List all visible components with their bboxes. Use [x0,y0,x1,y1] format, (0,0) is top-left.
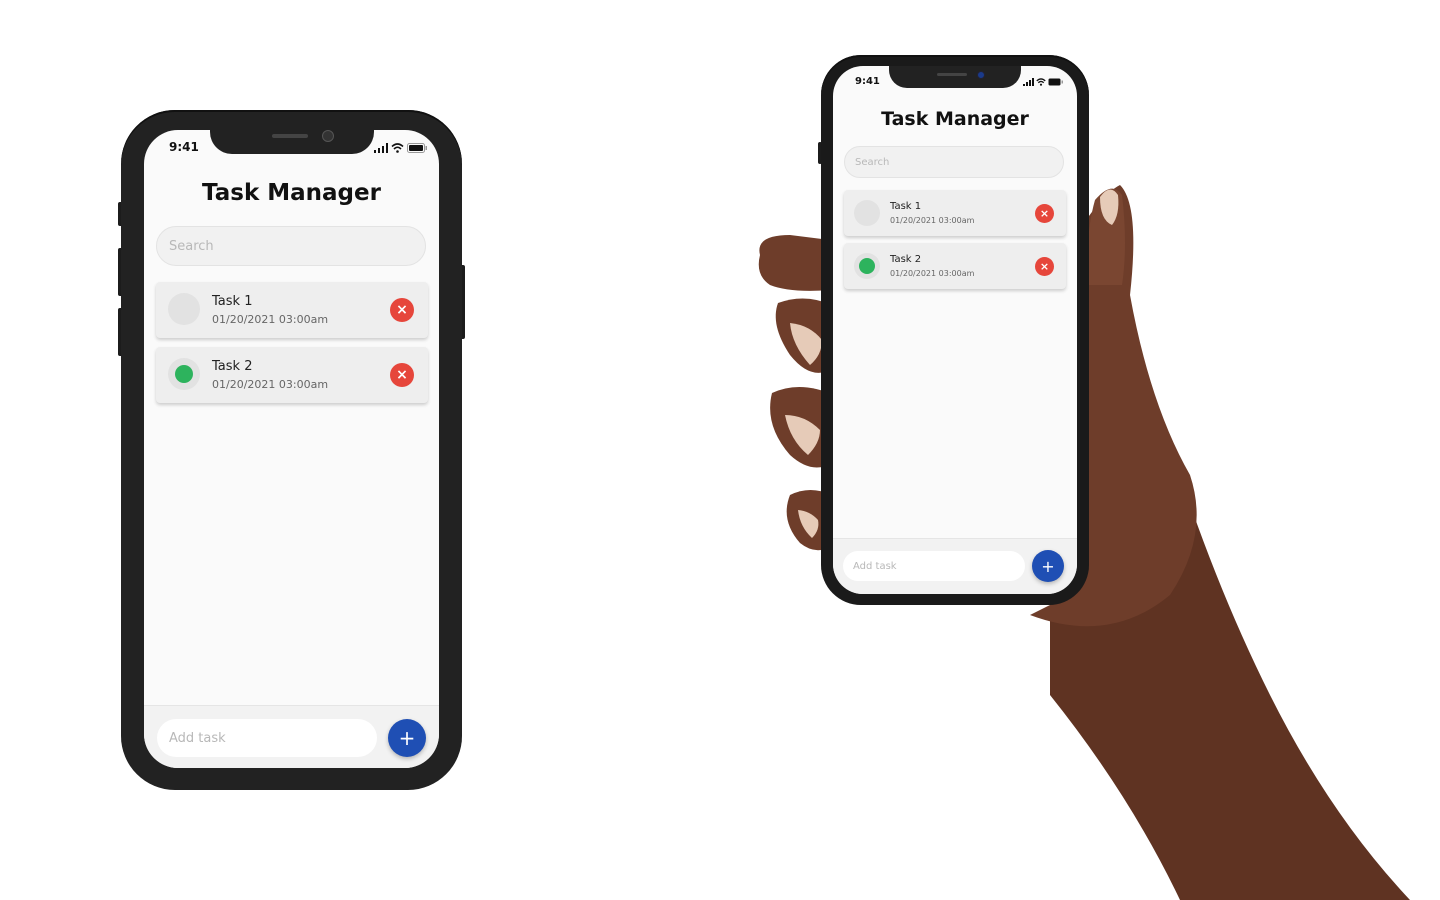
wifi-icon [391,143,404,153]
page-title: Task Manager [881,108,1029,130]
task-name: Task 1 [890,201,922,212]
search-placeholder: Search [855,156,890,168]
close-icon: × [396,302,408,318]
add-task-placeholder: Add task [169,730,226,746]
notch [210,130,374,154]
add-task-input[interactable]: Add task [843,551,1025,581]
battery-icon [407,143,427,153]
page-title: Task Manager [202,180,381,206]
status-icons [1023,78,1063,86]
task-completed-indicator [175,365,193,383]
battery-icon [1048,78,1063,86]
task-date: 01/20/2021 03:00am [890,269,975,278]
notch [889,66,1021,88]
front-camera [977,71,985,79]
task-name: Task 2 [212,359,253,374]
composer-bar: Add task + [833,538,1077,594]
task-completed-indicator [859,258,875,274]
status-time: 9:41 [169,140,199,154]
task-checkbox[interactable] [168,293,200,325]
task-date: 01/20/2021 03:00am [212,313,329,326]
task-checkbox[interactable] [168,358,200,390]
signal-icon [1023,78,1034,86]
phone-screen: 9:41 Task Manager Search Task 1 01/20/20… [144,130,439,768]
task-name: Task 2 [890,254,922,265]
task-checkbox[interactable] [854,253,880,279]
task-name: Task 1 [212,294,253,309]
speaker [272,134,308,138]
add-task-input[interactable]: Add task [157,719,377,757]
search-input[interactable]: Search [156,226,426,266]
delete-task-button[interactable]: × [1035,257,1054,276]
status-icons [374,143,427,153]
task-card[interactable]: Task 1 01/20/2021 03:00am × [844,190,1066,236]
plus-icon: + [1041,556,1055,576]
close-icon: × [1039,260,1050,273]
add-task-placeholder: Add task [853,560,897,572]
search-placeholder: Search [169,238,214,254]
task-card[interactable]: Task 2 01/20/2021 03:00am × [156,347,428,403]
task-card[interactable]: Task 1 01/20/2021 03:00am × [156,282,428,338]
delete-task-button[interactable]: × [390,363,414,387]
delete-task-button[interactable]: × [390,298,414,322]
task-date: 01/20/2021 03:00am [212,378,329,391]
status-time: 9:41 [855,76,880,87]
add-task-button[interactable]: + [388,719,426,757]
signal-icon [374,143,388,153]
composer-bar: Add task + [144,705,439,768]
speaker [937,73,967,76]
task-date: 01/20/2021 03:00am [890,216,975,225]
wifi-icon [1036,78,1046,86]
phone-screen: 9:41 Task Manager Search Task 1 01/20/20… [833,66,1077,594]
add-task-button[interactable]: + [1032,550,1064,582]
close-icon: × [1039,207,1050,220]
plus-icon: + [398,726,416,750]
task-card[interactable]: Task 2 01/20/2021 03:00am × [844,243,1066,289]
search-input[interactable]: Search [844,146,1064,178]
task-checkbox[interactable] [854,200,880,226]
delete-task-button[interactable]: × [1035,204,1054,223]
front-camera [322,130,334,142]
close-icon: × [396,367,408,383]
